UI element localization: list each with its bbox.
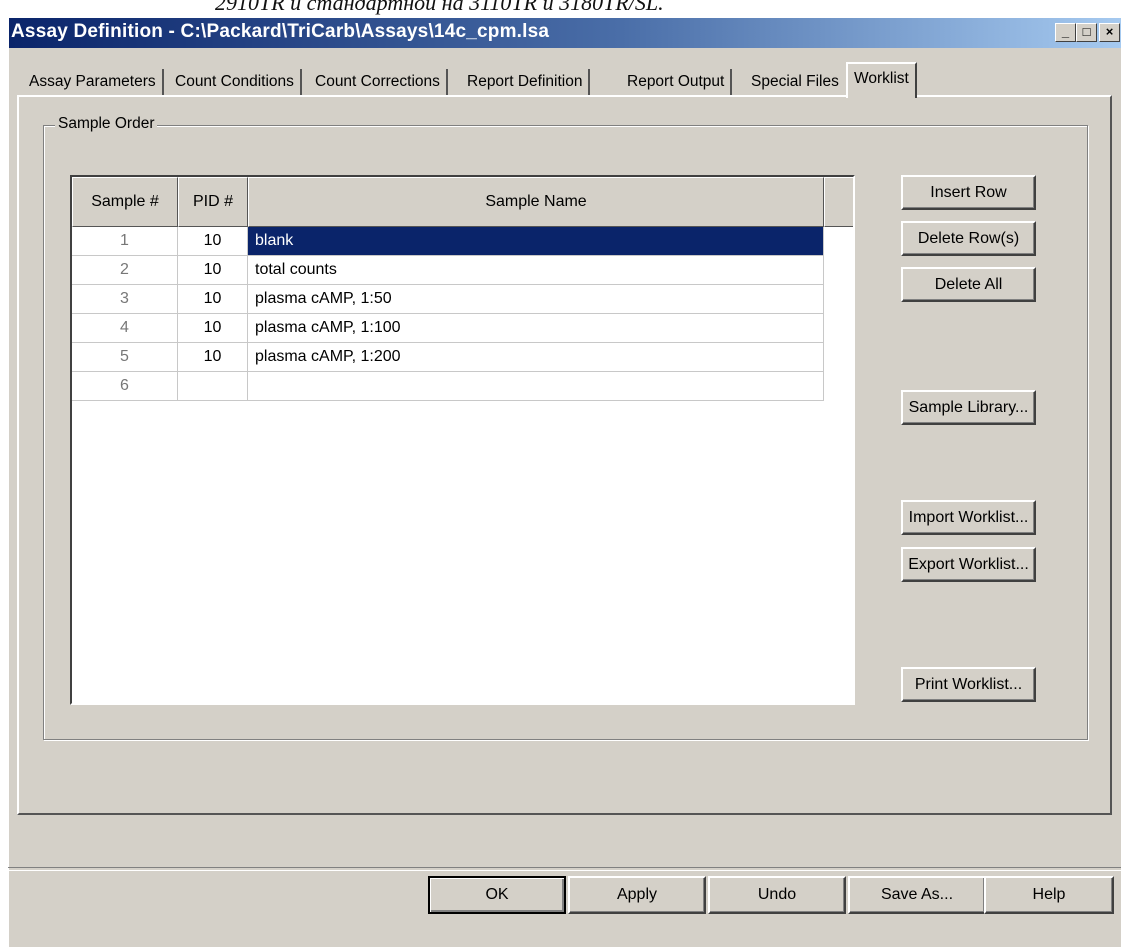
column-header-sample-number[interactable]: Sample # bbox=[72, 177, 178, 227]
tab-special-files[interactable]: Special Files bbox=[745, 69, 845, 96]
pid-cell[interactable]: 10 bbox=[178, 343, 248, 372]
sample-name-cell[interactable]: plasma cAMP, 1:50 bbox=[248, 285, 824, 314]
undo-button[interactable]: Undo bbox=[708, 876, 846, 914]
sample-number-cell: 6 bbox=[72, 372, 178, 401]
tab-worklist[interactable]: Worklist bbox=[846, 62, 917, 98]
sample-order-label: Sample Order bbox=[55, 114, 158, 134]
sample-name-cell[interactable]: total counts bbox=[248, 256, 824, 285]
pid-cell[interactable]: 10 bbox=[178, 314, 248, 343]
tab-report-definition[interactable]: Report Definition bbox=[461, 69, 591, 96]
help-button[interactable]: Help bbox=[984, 876, 1114, 914]
sample-number-cell: 1 bbox=[72, 227, 178, 256]
sample-number-cell: 3 bbox=[72, 285, 178, 314]
column-header-pid[interactable]: PID # bbox=[178, 177, 248, 227]
pid-cell[interactable]: 10 bbox=[178, 227, 248, 256]
bottom-separator bbox=[8, 867, 1121, 871]
tab-count-corrections[interactable]: Count Corrections bbox=[309, 69, 448, 96]
apply-button[interactable]: Apply bbox=[568, 876, 706, 914]
tab-assay-parameters[interactable]: Assay Parameters bbox=[23, 69, 164, 96]
close-button[interactable]: × bbox=[1099, 23, 1120, 42]
pid-cell[interactable]: 10 bbox=[178, 256, 248, 285]
column-header-spacer bbox=[824, 177, 853, 227]
delete-all-button[interactable]: Delete All bbox=[901, 267, 1036, 302]
ok-button[interactable]: OK bbox=[428, 876, 566, 914]
sample-number-cell: 4 bbox=[72, 314, 178, 343]
page-caption: 2910TR и стандартной на 3110TR и 3180TR/… bbox=[215, 0, 664, 15]
minimize-button[interactable]: _ bbox=[1055, 23, 1076, 42]
sample-number-cell: 5 bbox=[72, 343, 178, 372]
column-header-sample-name[interactable]: Sample Name bbox=[248, 177, 824, 227]
save-as-button[interactable]: Save As... bbox=[848, 876, 986, 914]
insert-row-button[interactable]: Insert Row bbox=[901, 175, 1036, 210]
sample-name-cell[interactable]: plasma cAMP, 1:100 bbox=[248, 314, 824, 343]
sample-name-cell[interactable]: blank bbox=[248, 227, 824, 256]
worklist-table[interactable]: Sample # PID # Sample Name 1 10 blank 2 … bbox=[70, 175, 855, 705]
print-worklist-button[interactable]: Print Worklist... bbox=[901, 667, 1036, 702]
window-title: Assay Definition - C:\Packard\TriCarb\As… bbox=[11, 21, 550, 42]
screenshot-frame: 2910TR и стандартной на 3110TR и 3180TR/… bbox=[0, 0, 1121, 947]
sample-number-cell: 2 bbox=[72, 256, 178, 285]
title-bar[interactable]: Assay Definition - C:\Packard\TriCarb\As… bbox=[9, 18, 1121, 48]
sample-library-button[interactable]: Sample Library... bbox=[901, 390, 1036, 425]
tab-report-output[interactable]: Report Output bbox=[621, 69, 733, 96]
pid-cell[interactable] bbox=[178, 372, 248, 401]
tab-count-conditions[interactable]: Count Conditions bbox=[169, 69, 302, 96]
sample-name-cell[interactable] bbox=[248, 372, 824, 401]
delete-rows-button[interactable]: Delete Row(s) bbox=[901, 221, 1036, 256]
export-worklist-button[interactable]: Export Worklist... bbox=[901, 547, 1036, 582]
maximize-button[interactable]: □ bbox=[1076, 23, 1097, 42]
import-worklist-button[interactable]: Import Worklist... bbox=[901, 500, 1036, 535]
sample-name-cell[interactable]: plasma cAMP, 1:200 bbox=[248, 343, 824, 372]
pid-cell[interactable]: 10 bbox=[178, 285, 248, 314]
